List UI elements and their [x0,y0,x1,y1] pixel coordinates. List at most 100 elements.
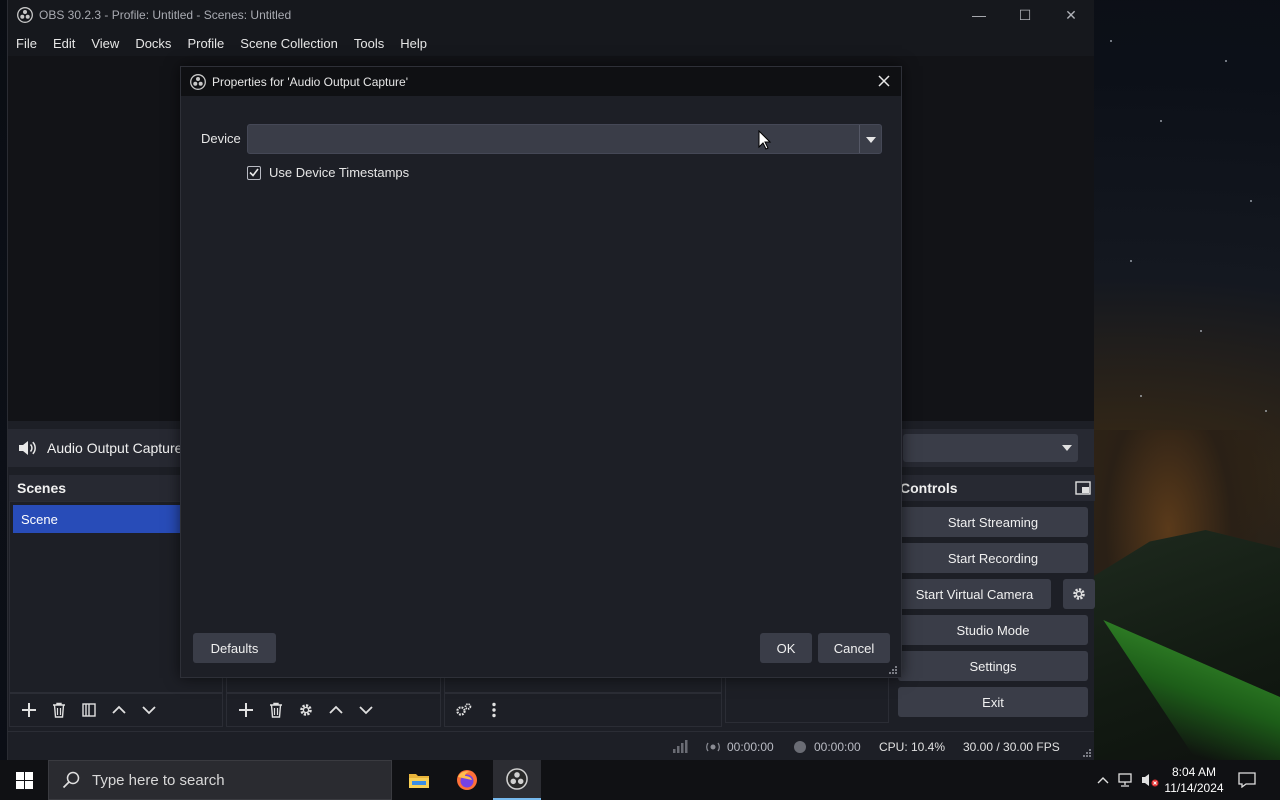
device-label: Device [201,131,241,146]
desktop-star [1200,330,1202,332]
chevron-up-icon [1097,777,1109,784]
dropdown-separator [859,125,860,153]
search-placeholder: Type here to search [92,771,225,789]
defaults-button[interactable]: Defaults [193,633,276,663]
menu-file[interactable]: File [8,36,45,51]
clock-date: 11/14/2024 [1164,781,1224,795]
obs-logo-icon [506,768,528,790]
move-source-up-button[interactable] [322,696,350,724]
firefox-taskbar-button[interactable] [443,760,491,800]
record-timer: 00:00:00 [814,740,861,754]
use-device-timestamps-checkbox[interactable]: Use Device Timestamps [247,165,409,180]
device-dropdown[interactable] [247,124,882,154]
clock-time: 8:04 AM [1171,765,1217,779]
remove-source-button[interactable] [262,696,290,724]
advanced-audio-properties-button[interactable] [450,696,478,724]
volume-muted-icon [1142,774,1159,787]
plus-icon [239,703,253,717]
search-icon [62,771,80,789]
resize-grip-icon[interactable] [1083,748,1092,757]
maximize-button[interactable]: ☐ [1002,0,1048,30]
selected-source-label: Audio Output Capture [47,440,183,456]
notification-icon [1238,772,1256,788]
gear-icon [300,704,312,716]
use-device-timestamps-label: Use Device Timestamps [269,165,410,180]
start-button[interactable] [0,760,48,800]
undock-icon[interactable] [1075,481,1091,495]
dialog-title: Properties for 'Audio Output Capture' [212,74,409,89]
start-streaming-button[interactable]: Start Streaming [898,507,1088,537]
taskbar-clock[interactable]: 8:04 AM 11/14/2024 [1160,764,1228,796]
scenes-dock-title: Scenes [17,480,67,496]
show-hidden-icons-button[interactable] [1094,760,1112,800]
checkmark-icon [249,168,259,177]
chevron-up-icon [112,705,126,714]
windows-logo-icon [15,771,33,789]
remove-scene-button[interactable] [45,696,73,724]
desktop-star [1250,200,1252,202]
menu-profile[interactable]: Profile [179,36,232,51]
audio-mixer-toolbar [444,693,722,727]
trash-icon [270,702,282,718]
chevron-up-icon [329,705,343,714]
source-properties-button[interactable] [292,696,320,724]
desktop-star [1225,60,1227,62]
move-scene-down-button[interactable] [135,696,163,724]
scenes-toolbar [9,693,223,727]
mixer-menu-button[interactable] [480,696,508,724]
network-signal-icon [673,740,688,753]
checkbox-box[interactable] [247,165,261,180]
menu-help[interactable]: Help [392,36,435,51]
volume-tray-button[interactable] [1140,760,1160,800]
network-tray-button[interactable] [1116,760,1136,800]
menu-scene-collection[interactable]: Scene Collection [232,36,346,51]
ok-button[interactable]: OK [760,633,812,663]
desktop-star [1265,410,1267,412]
scene-filters-button[interactable] [75,696,103,724]
virtual-camera-settings-button[interactable] [1063,579,1095,609]
taskbar: Type here to search 8:04 AM 11/14/2024 [0,760,1280,800]
studio-mode-button[interactable]: Studio Mode [898,615,1088,645]
add-scene-button[interactable] [15,696,43,724]
source-device-dropdown[interactable] [903,434,1078,462]
chevron-down-icon [359,706,373,715]
menu-edit[interactable]: Edit [45,36,83,51]
menu-view[interactable]: View [83,36,127,51]
menu-tools[interactable]: Tools [346,36,392,51]
taskbar-search-box[interactable]: Type here to search [48,760,392,800]
dialog-close-button[interactable] [875,72,893,90]
move-scene-up-button[interactable] [105,696,133,724]
obs-taskbar-button[interactable] [493,760,541,800]
desktop-star [1140,395,1142,397]
file-explorer-taskbar-button[interactable] [395,760,443,800]
cancel-button[interactable]: Cancel [818,633,890,663]
title-bar[interactable]: OBS 30.2.3 - Profile: Untitled - Scenes:… [8,0,1094,30]
start-recording-button[interactable]: Start Recording [898,543,1088,573]
move-source-down-button[interactable] [352,696,380,724]
record-status-icon [794,741,806,753]
action-center-button[interactable] [1234,760,1260,800]
exit-button[interactable]: Exit [898,687,1088,717]
obs-logo-icon [17,7,33,23]
menu-bar: File Edit View Docks Profile Scene Colle… [8,30,1094,56]
settings-button[interactable]: Settings [898,651,1088,681]
desktop-star [1110,40,1112,42]
dialog-resize-grip-icon[interactable] [889,665,898,674]
window-title: OBS 30.2.3 - Profile: Untitled - Scenes:… [39,8,292,22]
minimize-button[interactable]: — [956,0,1002,30]
scene-list-item[interactable]: Scene [13,505,183,533]
more-vertical-icon [492,702,496,718]
stream-status-icon [706,742,720,752]
dialog-title-bar[interactable]: Properties for 'Audio Output Capture' [181,67,901,96]
chevron-down-icon [142,706,156,715]
add-source-button[interactable] [232,696,260,724]
network-icon [1118,773,1132,787]
cpu-usage: CPU: 10.4% [879,740,946,754]
menu-docks[interactable]: Docks [127,36,179,51]
desktop-star [1160,120,1162,122]
gear-icon [1073,588,1085,600]
start-virtual-camera-button[interactable]: Start Virtual Camera [898,579,1051,609]
obs-logo-icon [190,73,206,90]
close-icon [878,75,890,87]
close-window-button[interactable]: ✕ [1048,0,1094,30]
